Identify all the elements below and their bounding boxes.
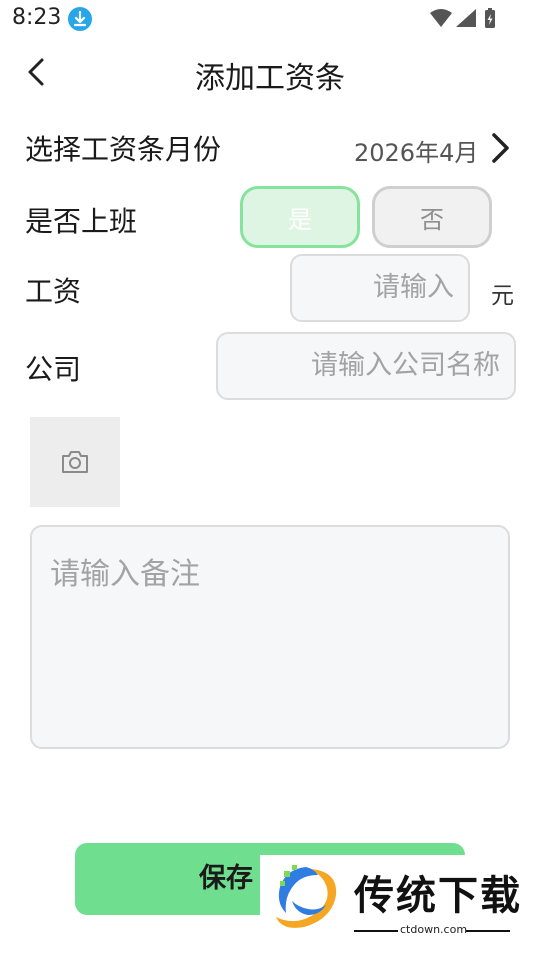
company-input[interactable]: 请输入公司名称 bbox=[216, 332, 516, 400]
month-picker-button[interactable] bbox=[488, 130, 514, 166]
page-title: 添加工资条 bbox=[195, 61, 345, 96]
watermark-divider-left bbox=[354, 930, 398, 932]
month-value[interactable]: 2026年4月 bbox=[354, 133, 478, 168]
watermark-divider-right bbox=[466, 930, 510, 932]
salary-label: 工资 bbox=[25, 275, 82, 308]
battery-icon bbox=[485, 8, 495, 28]
status-icons bbox=[430, 7, 500, 35]
salary-input[interactable]: 请输入 bbox=[290, 254, 470, 322]
title-bar: 添加工资条 bbox=[0, 38, 540, 108]
add-photo-button[interactable] bbox=[30, 417, 120, 507]
brand-logo-icon bbox=[276, 865, 337, 928]
chevron-right-icon bbox=[492, 133, 509, 163]
note-textarea[interactable]: 请输入备注 bbox=[30, 525, 510, 749]
watermark-brand: 传统下载 bbox=[354, 873, 522, 919]
status-bar: 8:23 bbox=[0, 0, 540, 38]
status-time: 8:23 bbox=[12, 5, 62, 30]
work-no-toggle[interactable]: 否 bbox=[372, 186, 492, 248]
watermark: 传统下载 ctdown.com bbox=[260, 855, 540, 943]
camera-icon bbox=[62, 451, 88, 473]
watermark-url: ctdown.com bbox=[400, 923, 468, 936]
work-label: 是否上班 bbox=[25, 205, 138, 238]
salary-unit: 元 bbox=[491, 283, 514, 309]
month-label: 选择工资条月份 bbox=[25, 133, 222, 166]
download-icon bbox=[68, 7, 92, 31]
signal-icon bbox=[456, 9, 476, 27]
wifi-icon bbox=[430, 9, 452, 27]
company-label: 公司 bbox=[25, 353, 82, 386]
work-yes-toggle[interactable]: 是 bbox=[240, 186, 360, 248]
